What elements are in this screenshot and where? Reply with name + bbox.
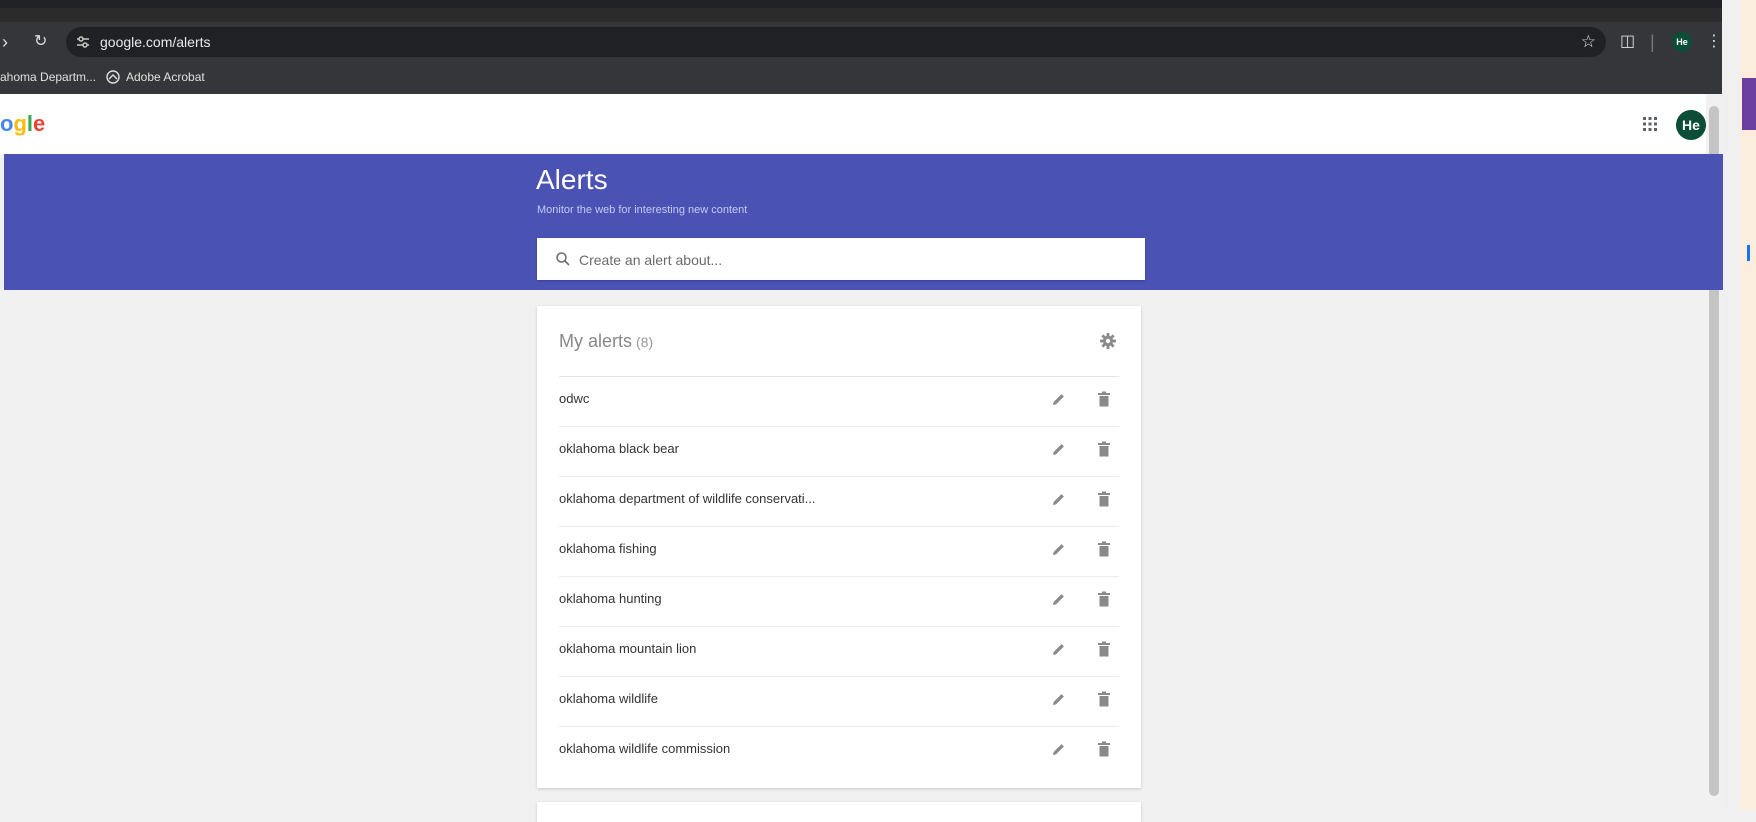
bookmark-adobe-acrobat[interactable]: Adobe Acrobat: [126, 62, 205, 92]
next-card-edge: [537, 802, 1141, 822]
trash-icon[interactable]: [1097, 741, 1111, 757]
trash-icon[interactable]: [1097, 591, 1111, 607]
my-alerts-card: My alerts (8) odwc oklahoma black bear okla…: [537, 306, 1141, 788]
create-alert-box[interactable]: [537, 238, 1145, 282]
alert-row[interactable]: oklahoma mountain lion: [559, 626, 1119, 677]
side-panel-gutter: [1722, 0, 1740, 810]
create-alert-input[interactable]: [577, 238, 1121, 282]
alert-label[interactable]: oklahoma department of wildlife conserva…: [559, 476, 816, 522]
tab-strip-bottom: [0, 8, 1722, 22]
page-title: Alerts: [536, 164, 608, 195]
browser-menu-icon[interactable]: ⋮: [1706, 22, 1722, 62]
alert-label[interactable]: odwc: [559, 376, 589, 422]
site-settings-icon[interactable]: [74, 33, 92, 51]
trash-icon[interactable]: [1097, 691, 1111, 707]
profile-avatar[interactable]: He: [1672, 32, 1692, 52]
pencil-icon[interactable]: [1051, 691, 1067, 707]
alert-label[interactable]: oklahoma hunting: [559, 576, 662, 622]
reload-icon[interactable]: ↻: [34, 22, 47, 62]
pencil-icon[interactable]: [1051, 541, 1067, 557]
alert-row[interactable]: oklahoma department of wildlife conserva…: [559, 476, 1119, 527]
account-avatar[interactable]: He: [1676, 110, 1706, 140]
globe-icon: [106, 70, 120, 84]
toolbar-divider: |: [1650, 32, 1655, 52]
tab-strip: [0, 0, 1722, 8]
pencil-icon[interactable]: [1051, 491, 1067, 507]
alert-row[interactable]: oklahoma wildlife commission: [559, 726, 1119, 776]
trash-icon[interactable]: [1097, 541, 1111, 557]
side-panel-edge: [1722, 0, 1756, 810]
alerts-banner: Alerts Monitor the web for interesting n…: [4, 154, 1723, 290]
extensions-icon[interactable]: ◫: [1620, 22, 1635, 62]
alert-row[interactable]: odwc: [559, 376, 1119, 427]
alert-label[interactable]: oklahoma wildlife: [559, 676, 658, 722]
apps-grid-icon[interactable]: [1640, 114, 1660, 134]
search-icon: [556, 252, 570, 266]
pencil-icon[interactable]: [1051, 741, 1067, 757]
bookmark-oklahoma-department[interactable]: ahoma Departm...: [0, 62, 96, 92]
forward-icon[interactable]: ›: [2, 22, 8, 62]
pencil-icon[interactable]: [1051, 591, 1067, 607]
page-subtitle: Monitor the web for interesting new cont…: [537, 204, 748, 216]
url-text[interactable]: google.com/alerts: [100, 27, 211, 57]
side-panel-accent: [1742, 78, 1756, 130]
alert-row[interactable]: oklahoma hunting: [559, 576, 1119, 627]
bookmarks-bar: ahoma Departm... Adobe Acrobat: [0, 62, 1722, 94]
alert-row[interactable]: oklahoma fishing: [559, 526, 1119, 577]
alert-row[interactable]: oklahoma wildlife: [559, 676, 1119, 727]
trash-icon[interactable]: [1097, 491, 1111, 507]
alert-label[interactable]: oklahoma mountain lion: [559, 626, 696, 672]
pencil-icon[interactable]: [1051, 391, 1067, 407]
google-header: ogle ogle He: [0, 94, 1722, 154]
bookmark-star-icon[interactable]: ☆: [1581, 27, 1596, 57]
my-alerts-title: My alerts (8): [559, 306, 653, 377]
trash-icon[interactable]: [1097, 391, 1111, 407]
my-alerts-header: My alerts (8): [559, 306, 1119, 377]
pencil-icon[interactable]: [1051, 641, 1067, 657]
alert-label[interactable]: oklahoma black bear: [559, 426, 679, 472]
trash-icon[interactable]: [1097, 441, 1111, 457]
alert-row[interactable]: oklahoma black bear: [559, 426, 1119, 477]
address-bar[interactable]: google.com/alerts ☆: [66, 27, 1606, 57]
my-alerts-count: (8): [636, 334, 654, 350]
google-logo[interactable]: ogle: [0, 94, 45, 154]
pencil-icon[interactable]: [1051, 441, 1067, 457]
alert-label[interactable]: oklahoma fishing: [559, 526, 657, 572]
my-alerts-title-text: My alerts: [559, 331, 633, 351]
side-panel-cursor: [1747, 245, 1750, 261]
gear-icon[interactable]: [1099, 332, 1117, 350]
trash-icon[interactable]: [1097, 641, 1111, 657]
alert-label[interactable]: oklahoma wildlife commission: [559, 726, 730, 772]
